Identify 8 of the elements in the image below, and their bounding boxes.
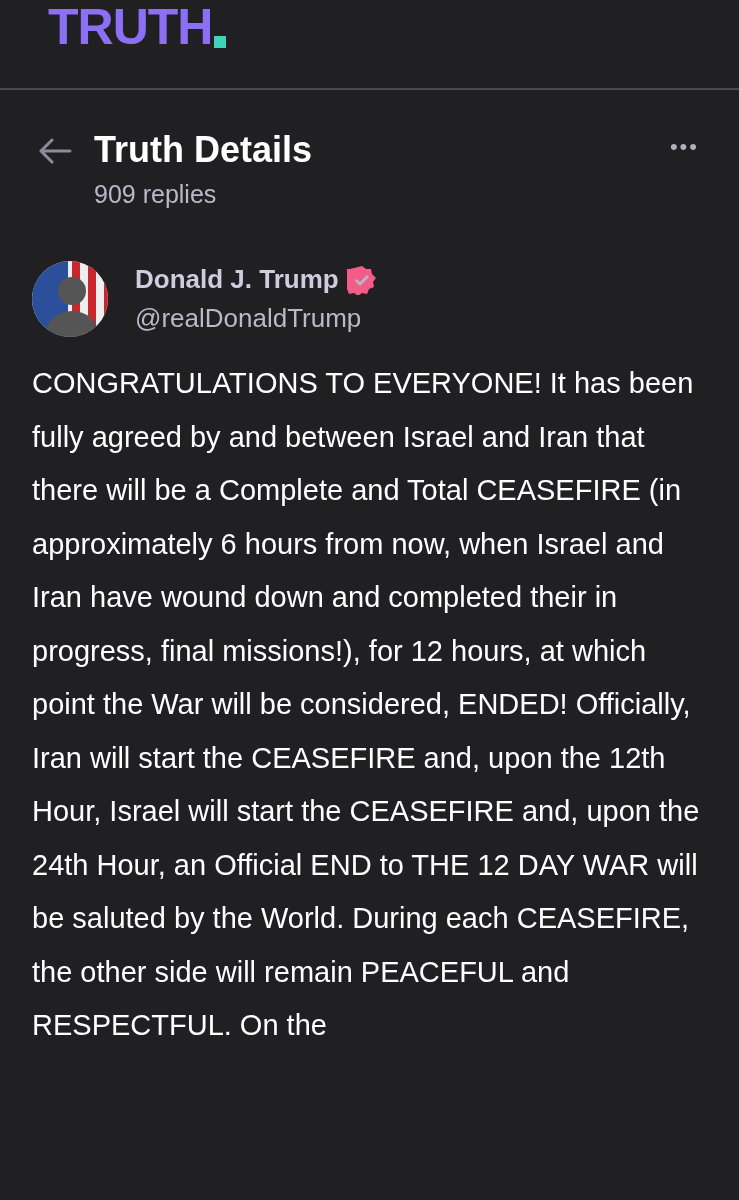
more-options-button[interactable]: •••	[669, 134, 699, 160]
author-name[interactable]: Donald J. Trump	[135, 264, 339, 295]
post-text: CONGRATULATIONS TO EVERYONE! It has been fully agreed by and between Israel and Iran that there will be a Complete and Total CEASEFIRE (in approximately 6 hours from now, when Israel and Iran have wound down and completed their in progress, final missions!), for 12 hours, at which point the War will be considered, ENDED! Officially, Iran will start the CEASEFIRE and, upon the 12th Hour, Israel will start the CEASEFIRE and, upon the 24th Hour, an Official END to THE 12 DAY WAR will be saluted by the World. During each CEASEFIRE, the other side will remain PEACEFUL and RESPECTFUL. On the	[32, 366, 701, 1043]
page-title: Truth Details	[94, 128, 314, 172]
author-handle[interactable]: @realDonaldTrump	[135, 303, 377, 334]
logo-wordmark[interactable]: TRUTH	[48, 4, 213, 50]
reply-count: 909 replies	[94, 180, 218, 209]
back-arrow-icon[interactable]	[38, 138, 72, 164]
